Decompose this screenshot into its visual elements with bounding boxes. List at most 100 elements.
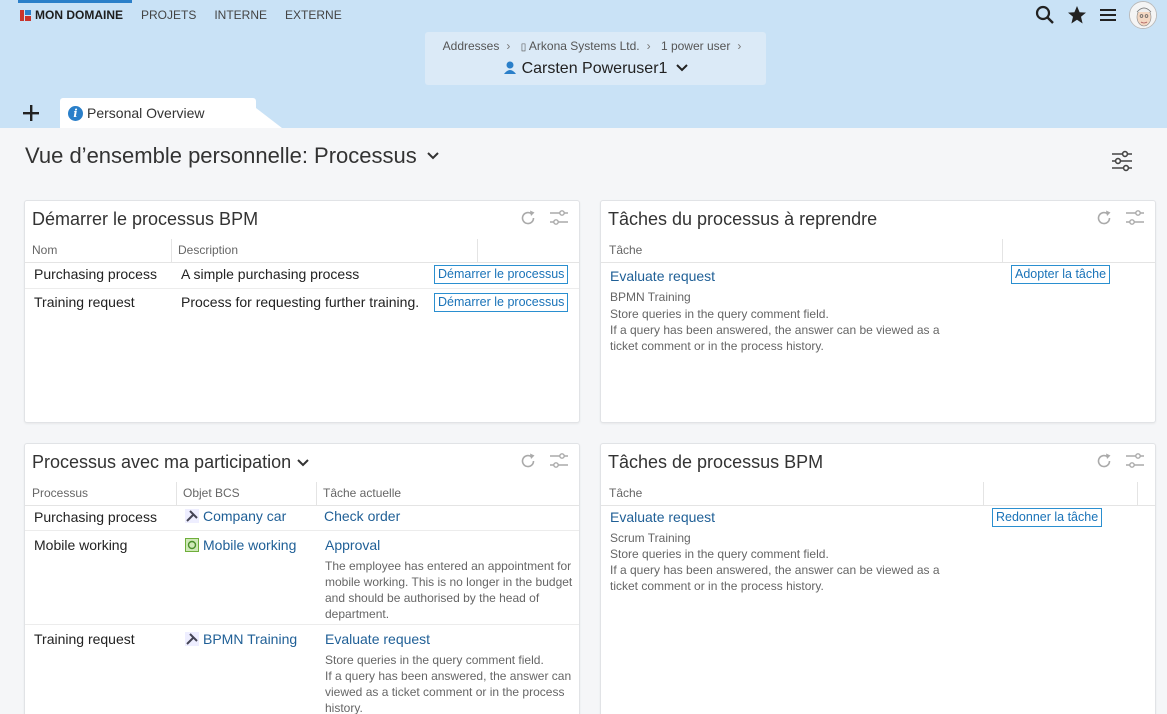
nav-interne[interactable]: INTERNE xyxy=(205,0,276,30)
refresh-icon[interactable] xyxy=(519,209,537,227)
current-user-name: Carsten Poweruser1 xyxy=(521,60,668,77)
column-header-object[interactable]: Objet BCS xyxy=(183,486,240,500)
task-subtitle: BPMN Training xyxy=(610,290,691,304)
object-label: BPMN Training xyxy=(203,631,298,647)
task-description-line: The employee has entered an appointment … xyxy=(325,559,572,573)
task-description-line: Store queries in the query comment field… xyxy=(610,307,829,321)
tab-notch xyxy=(256,108,282,128)
panel-title[interactable]: Processus avec ma participation xyxy=(32,452,309,473)
task-description-line: If a query has been answered, the answer… xyxy=(325,669,572,683)
row-name: Purchasing process xyxy=(34,266,157,282)
current-task-link[interactable]: Approval xyxy=(325,537,380,553)
task-link[interactable]: Evaluate request xyxy=(610,268,715,284)
task-description-line: and should be authorised by the head of xyxy=(325,591,540,605)
tools-icon xyxy=(185,632,199,646)
object-label: Company car xyxy=(203,508,287,524)
task-link[interactable]: Evaluate request xyxy=(610,509,715,525)
panel-tools xyxy=(519,209,569,227)
user-icon xyxy=(504,61,517,74)
column-header-process[interactable]: Processus xyxy=(32,486,88,500)
row-process: Mobile working xyxy=(34,537,128,553)
panel-start-process: Démarrer le processus BPM Nom Descriptio… xyxy=(24,200,580,423)
task-description-line: Store queries in the query comment field… xyxy=(610,547,829,561)
panel-title: Tâches du processus à reprendre xyxy=(608,209,877,230)
task-description-line: If a query has been answered, the answer… xyxy=(610,563,940,577)
refresh-icon[interactable] xyxy=(1095,209,1113,227)
info-icon: i xyxy=(68,105,83,121)
nav-externe[interactable]: EXTERNE xyxy=(276,0,351,30)
mobile-working-icon xyxy=(185,538,199,552)
task-description-line: department. xyxy=(325,607,390,621)
domain-icon xyxy=(20,9,31,21)
panel-title: Démarrer le processus BPM xyxy=(32,209,258,230)
row-process: Purchasing process xyxy=(34,509,157,525)
object-link[interactable]: Mobile working xyxy=(185,537,296,553)
panel-title: Tâches de processus BPM xyxy=(608,452,823,473)
column-header-name[interactable]: Nom xyxy=(32,243,57,257)
task-description-line: ticket comment or in the process history… xyxy=(610,579,824,593)
tab-label: Personal Overview xyxy=(87,105,205,121)
column-header-task[interactable]: Tâche xyxy=(609,243,642,257)
task-description-line: history. xyxy=(325,701,363,714)
panel-title-text: Processus avec ma participation xyxy=(32,452,292,472)
settings-sliders-icon[interactable] xyxy=(549,452,569,470)
table-header: Nom Description xyxy=(25,239,579,263)
task-subtitle: Scrum Training xyxy=(610,531,691,545)
panel-tools xyxy=(1095,452,1145,470)
start-process-button[interactable]: Démarrer le processus xyxy=(434,293,569,312)
table-header: Tâche xyxy=(601,239,1155,263)
tools-icon xyxy=(185,509,199,523)
page-title-text: Vue d’ensemble personnelle: Processus xyxy=(25,143,417,168)
nav-projets[interactable]: PROJETS xyxy=(132,0,205,30)
breadcrumb-item-users[interactable]: 1 power user xyxy=(661,39,730,53)
task-description-line: viewed as a ticket comment or in the pro… xyxy=(325,685,565,699)
current-user-selector[interactable]: Carsten Poweruser1 xyxy=(425,60,766,78)
menu-icon[interactable] xyxy=(1099,7,1117,23)
start-process-button[interactable]: Démarrer le processus xyxy=(434,265,569,284)
nav-label: MON DOMAINE xyxy=(35,8,123,22)
current-task-link[interactable]: Check order xyxy=(324,508,400,524)
breadcrumb-panel: Addresses › ▯ Arkona Systems Ltd. › 1 powe… xyxy=(425,32,766,85)
refresh-icon[interactable] xyxy=(1095,452,1113,470)
task-description-line: mobile working. This is no longer in the… xyxy=(325,575,573,589)
panel-resume-tasks: Tâches du processus à reprendre Tâche Ev… xyxy=(600,200,1156,423)
breadcrumb: Addresses › ▯ Arkona Systems Ltd. › 1 powe… xyxy=(442,39,742,53)
current-task-link[interactable]: Evaluate request xyxy=(325,631,430,647)
search-icon[interactable] xyxy=(1035,5,1055,25)
breadcrumb-item-addresses[interactable]: Addresses xyxy=(443,39,500,53)
object-label: Mobile working xyxy=(203,537,297,553)
return-task-button[interactable]: Redonner la tâche xyxy=(992,508,1103,527)
star-icon[interactable] xyxy=(1067,5,1087,25)
column-header-current-task[interactable]: Tâche actuelle xyxy=(323,486,401,500)
chevron-down-icon xyxy=(297,458,309,466)
user-avatar[interactable] xyxy=(1129,1,1157,29)
breadcrumb-item-company[interactable]: Arkona Systems Ltd. xyxy=(529,39,640,53)
top-navigation: MON DOMAINE PROJETS INTERNE EXTERNE xyxy=(0,0,351,30)
add-tab-icon[interactable] xyxy=(22,104,40,122)
column-header-task[interactable]: Tâche xyxy=(609,486,642,500)
nav-mon-domaine[interactable]: MON DOMAINE xyxy=(0,0,132,30)
object-link[interactable]: Company car xyxy=(185,508,286,524)
header-actions xyxy=(1035,0,1157,30)
page-title[interactable]: Vue d’ensemble personnelle: Processus xyxy=(25,143,439,169)
panel-title-text: Tâches de processus BPM xyxy=(608,452,824,472)
adopt-task-button[interactable]: Adopter la tâche xyxy=(1011,265,1111,284)
task-description-line: ticket comment or in the process history… xyxy=(610,339,824,353)
settings-sliders-icon[interactable] xyxy=(1125,209,1145,227)
settings-sliders-icon[interactable] xyxy=(1125,452,1145,470)
settings-sliders-icon[interactable] xyxy=(549,209,569,227)
company-icon: ▯ xyxy=(520,42,527,53)
panel-tools xyxy=(1095,209,1145,227)
row-description: Process for requesting further training. xyxy=(181,294,420,310)
object-link[interactable]: BPMN Training xyxy=(185,631,297,647)
column-header-description[interactable]: Description xyxy=(178,243,238,257)
chevron-down-icon xyxy=(427,152,439,160)
table-header: Tâche xyxy=(601,482,1155,506)
tab-personal-overview[interactable]: i Personal Overview xyxy=(60,98,256,128)
page-settings-icon[interactable] xyxy=(1111,150,1133,172)
row-divider xyxy=(25,530,579,531)
table-header: Processus Objet BCS Tâche actuelle xyxy=(25,482,579,506)
row-divider xyxy=(25,624,579,625)
refresh-icon[interactable] xyxy=(519,452,537,470)
row-process: Training request xyxy=(34,631,135,647)
